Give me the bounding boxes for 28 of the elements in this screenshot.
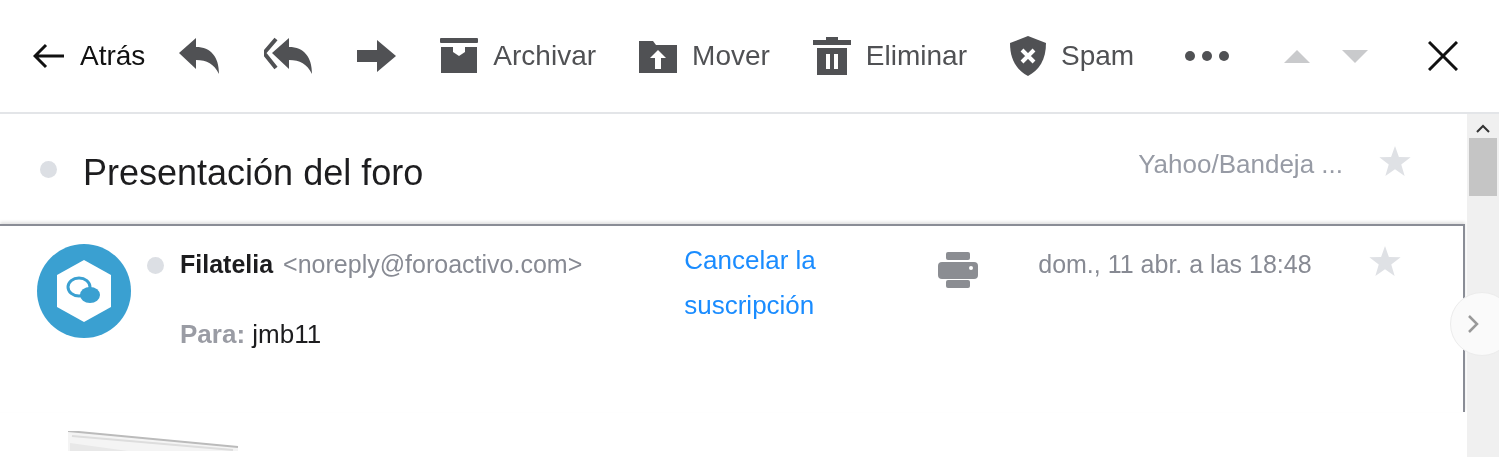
archive-box-icon [440,38,479,74]
printer-icon[interactable] [938,252,979,288]
message-date: dom., 11 abr. a las 18:48 [1038,250,1312,279]
chevron-right-icon [1467,314,1479,334]
delete-button[interactable]: Eliminar [812,37,967,75]
shield-x-icon [1010,36,1046,76]
star-icon[interactable] [1379,146,1411,176]
folder-label: Yahoo/Bandeja ... [1138,148,1343,180]
star-icon[interactable] [1368,246,1401,276]
back-button[interactable]: Atrás [33,40,146,72]
scrollbar-thumb[interactable] [1469,138,1497,196]
reply-all-icon[interactable] [264,37,315,75]
chat-bubbles-icon [56,260,112,322]
trash-icon [812,37,851,75]
archive-button[interactable]: Archivar [440,38,597,74]
sender-email: <noreply@foroactivo.com> [283,250,583,279]
forward-arrow-icon[interactable] [357,39,398,73]
folder-upload-icon [639,39,678,73]
email-subject: Presentación del foro [83,151,425,194]
spam-button[interactable]: Spam [1010,36,1135,76]
recipient-line: Para: jmb11 [180,319,323,350]
scroll-up-icon[interactable] [1476,124,1490,134]
close-icon[interactable] [1428,41,1459,71]
more-icon[interactable] [1185,51,1230,61]
back-arrow-icon [33,43,65,69]
sender-name: Filatelia [180,250,274,279]
move-button[interactable]: Mover [639,39,770,73]
reply-icon[interactable] [179,37,222,75]
